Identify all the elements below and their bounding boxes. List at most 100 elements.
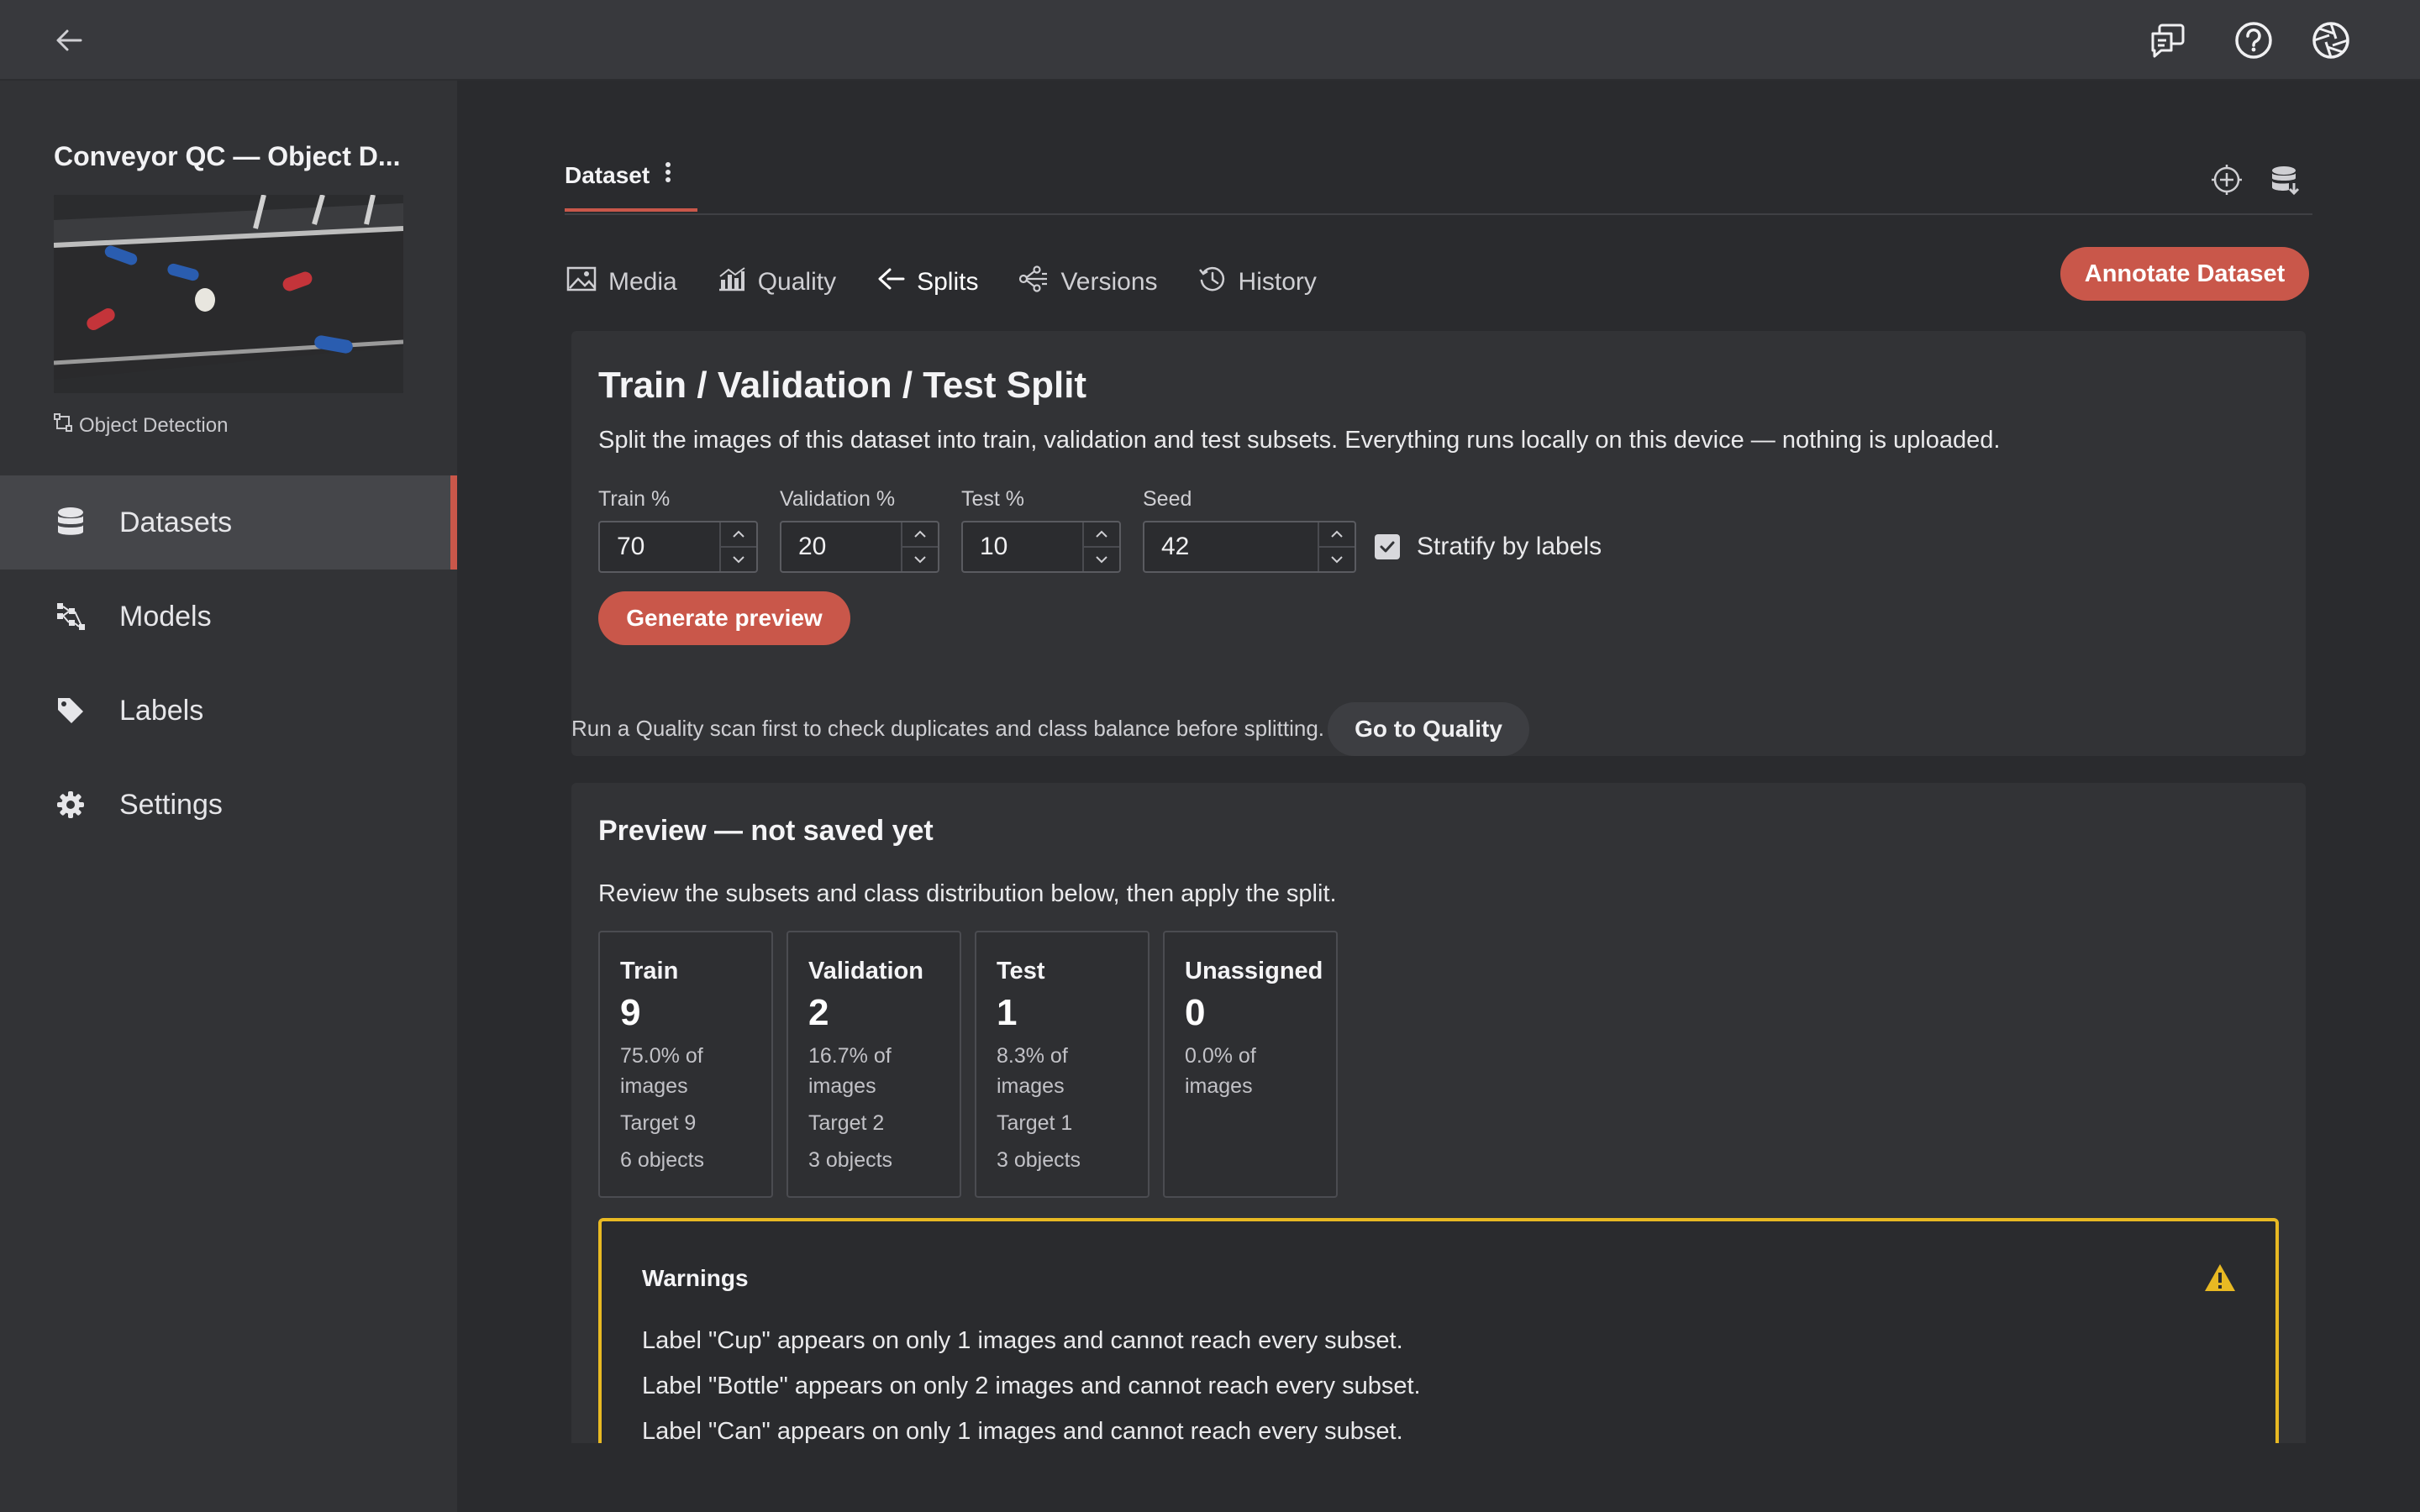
sidebar-item-labels[interactable]: Labels <box>0 664 457 758</box>
add-circle-icon[interactable] <box>2208 161 2245 198</box>
subset-percent-unit: images <box>808 1074 876 1098</box>
warning-line: Label "Bottle" appears on only 2 images … <box>642 1373 1421 1399</box>
sidebar-item-label: Models <box>119 600 212 633</box>
sidebar: Conveyor QC — Object D... Object Detecti… <box>0 81 457 1512</box>
validation-label: Validation % <box>780 487 896 511</box>
chart-icon <box>718 266 746 298</box>
validation-stepper[interactable] <box>901 522 938 571</box>
train-percent-input[interactable] <box>598 521 758 573</box>
subset-objects: 6 objects <box>620 1148 705 1172</box>
tab-dataset-label: Dataset <box>565 161 650 188</box>
preview-description: Review the subsets and class distributio… <box>598 880 1337 907</box>
project-title[interactable]: Conveyor QC — Object D... <box>54 141 424 172</box>
project-thumbnail[interactable] <box>54 195 403 393</box>
sidebar-item-settings[interactable]: Settings <box>0 758 457 852</box>
chevron-down-icon[interactable] <box>1084 548 1119 571</box>
tag-icon <box>54 694 87 727</box>
quality-hint: Run a Quality scan first to check duplic… <box>571 716 1325 741</box>
subset-percent: 0.0% of <box>1185 1044 1256 1068</box>
chevron-down-icon[interactable] <box>721 548 756 571</box>
versions-icon <box>1018 265 1049 299</box>
validation-percent-input[interactable] <box>780 521 939 573</box>
subset-percent-unit: images <box>997 1074 1065 1098</box>
generate-preview-button[interactable]: Generate preview <box>598 591 850 645</box>
active-tab-indicator <box>565 208 697 212</box>
go-to-quality-button[interactable]: Go to Quality <box>1328 702 1529 756</box>
tab-label: Media <box>608 268 677 296</box>
sidebar-item-models[interactable]: Models <box>0 570 457 664</box>
viewport-bottom-mask <box>457 1443 2420 1512</box>
project-type: Object Detection <box>54 413 228 438</box>
seed-stepper[interactable] <box>1318 522 1355 571</box>
subset-card-test: Test 1 8.3% of images Target 1 3 objects <box>975 931 1150 1198</box>
help-icon[interactable] <box>2233 20 2274 60</box>
subset-count: 0 <box>1185 992 1206 1033</box>
dataset-export-icon[interactable] <box>2267 161 2304 198</box>
subset-target: Target 1 <box>997 1111 1073 1135</box>
subset-objects: 3 objects <box>997 1148 1081 1172</box>
seed-label: Seed <box>1143 487 1192 511</box>
subset-count: 2 <box>808 992 829 1033</box>
subset-name: Train <box>620 958 679 984</box>
main-content: Dataset Media Quality Splits Versions Hi… <box>457 81 2420 1512</box>
history-icon <box>1198 265 1227 300</box>
tab-splits[interactable]: Splits <box>876 266 978 298</box>
sidebar-item-datasets[interactable]: Datasets <box>0 475 457 570</box>
sidebar-item-label: Datasets <box>119 506 233 538</box>
subset-card-unassigned: Unassigned 0 0.0% of images <box>1163 931 1338 1198</box>
more-vertical-icon[interactable] <box>665 161 671 189</box>
models-icon <box>54 600 87 633</box>
subset-card-train: Train 9 75.0% of images Target 9 6 objec… <box>598 931 773 1198</box>
test-stepper[interactable] <box>1082 522 1119 571</box>
stratify-toggle[interactable]: Stratify by labels <box>1375 533 1602 561</box>
warning-line: Label "Cup" appears on only 1 images and… <box>642 1327 1403 1354</box>
project-type-label: Object Detection <box>79 413 229 437</box>
validation-percent-field[interactable] <box>781 522 901 571</box>
tab-media[interactable]: Media <box>566 266 677 298</box>
tab-history[interactable]: History <box>1198 265 1317 300</box>
chevron-down-icon[interactable] <box>1319 548 1355 571</box>
test-percent-input[interactable] <box>961 521 1121 573</box>
chevron-up-icon[interactable] <box>1084 522 1119 548</box>
tab-dataset[interactable]: Dataset <box>565 161 671 189</box>
arrow-left-icon[interactable] <box>50 22 87 59</box>
aperture-icon[interactable] <box>2311 20 2351 60</box>
subset-percent-unit: images <box>620 1074 688 1098</box>
chevron-up-icon[interactable] <box>902 522 938 548</box>
preview-title: Preview — not saved yet <box>598 815 934 847</box>
subset-name: Unassigned <box>1185 958 1323 984</box>
train-stepper[interactable] <box>719 522 756 571</box>
subset-objects: 3 objects <box>808 1148 893 1172</box>
chevron-up-icon[interactable] <box>721 522 756 548</box>
top-bar <box>0 0 2420 81</box>
tab-versions[interactable]: Versions <box>1018 265 1158 299</box>
split-config-card: Train / Validation / Test Split Split th… <box>571 331 2306 756</box>
tab-label: Quality <box>757 268 837 296</box>
subset-percent-unit: images <box>1185 1074 1253 1098</box>
sidebar-item-label: Labels <box>119 694 204 727</box>
tab-label: History <box>1238 268 1317 296</box>
split-description: Split the images of this dataset into tr… <box>598 427 2001 454</box>
seed-field[interactable] <box>1144 522 1318 571</box>
split-title: Train / Validation / Test Split <box>598 365 1087 406</box>
seed-input[interactable] <box>1143 521 1356 573</box>
chevron-down-icon[interactable] <box>902 548 938 571</box>
train-label: Train % <box>598 487 671 511</box>
chevron-up-icon[interactable] <box>1319 522 1355 548</box>
bounding-box-icon <box>54 413 72 438</box>
gear-icon <box>54 788 87 822</box>
annotate-dataset-button[interactable]: Annotate Dataset <box>2060 247 2309 301</box>
subset-card-validation: Validation 2 16.7% of images Target 2 3 … <box>786 931 961 1198</box>
image-icon <box>566 266 597 298</box>
warnings-title: Warnings <box>642 1265 749 1291</box>
tab-divider <box>565 213 2312 215</box>
subset-percent: 75.0% of <box>620 1044 703 1068</box>
subset-target: Target 2 <box>808 1111 885 1135</box>
test-percent-field[interactable] <box>963 522 1082 571</box>
subset-percent: 16.7% of <box>808 1044 892 1068</box>
train-percent-field[interactable] <box>600 522 719 571</box>
feedback-icon[interactable] <box>2148 20 2188 60</box>
tab-label: Versions <box>1060 268 1158 296</box>
stratify-checkbox[interactable] <box>1375 534 1400 559</box>
tab-quality[interactable]: Quality <box>718 266 836 298</box>
